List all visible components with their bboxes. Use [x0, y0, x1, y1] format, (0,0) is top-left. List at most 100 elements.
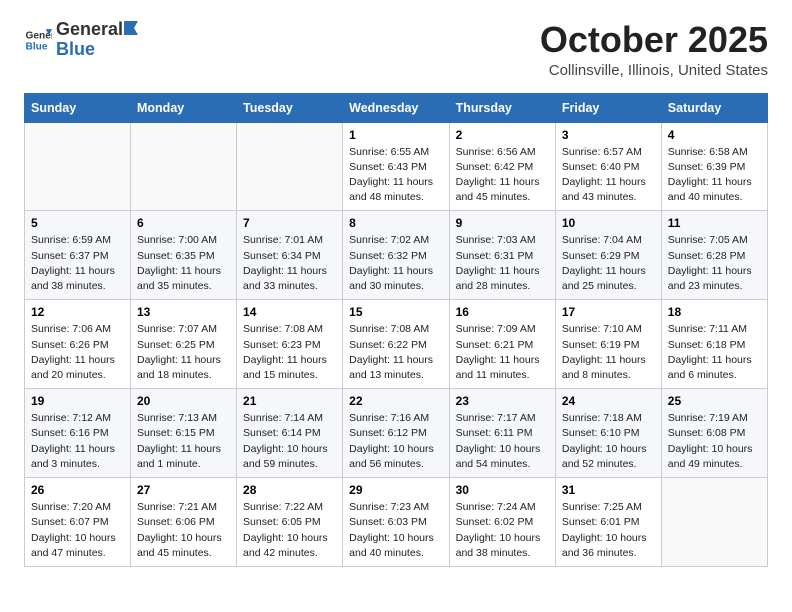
day-number: 29: [349, 483, 442, 497]
day-info: Sunrise: 7:23 AM Sunset: 6:03 PM Dayligh…: [349, 500, 442, 561]
header-thursday: Thursday: [449, 93, 555, 122]
logo-blue-text: Blue: [56, 40, 141, 60]
day-info: Sunrise: 6:59 AM Sunset: 6:37 PM Dayligh…: [31, 233, 124, 294]
day-info: Sunrise: 7:21 AM Sunset: 6:06 PM Dayligh…: [137, 500, 230, 561]
day-info: Sunrise: 7:11 AM Sunset: 6:18 PM Dayligh…: [668, 322, 761, 383]
calendar-cell: 20Sunrise: 7:13 AM Sunset: 6:15 PM Dayli…: [131, 389, 237, 478]
day-number: 10: [562, 216, 655, 230]
header-monday: Monday: [131, 93, 237, 122]
calendar-header-row: SundayMondayTuesdayWednesdayThursdayFrid…: [25, 93, 768, 122]
calendar-cell: 31 Sunrise: 7:25 AM Sunset: 6:01 PM Dayli…: [555, 478, 661, 567]
day-number: 16: [456, 305, 549, 319]
day-info: Sunrise: 7:14 AM Sunset: 6:14 PM Dayligh…: [243, 411, 336, 472]
day-info: Sunrise: 6:55 AM Sunset: 6:43 PM Dayligh…: [349, 145, 442, 206]
calendar-cell: 4 Sunrise: 6:58 AM Sunset: 6:39 PM Daylig…: [661, 122, 767, 211]
svg-text:Blue: Blue: [26, 41, 48, 52]
day-info: Sunrise: 7:25 AM Sunset: 6:01 PM Dayligh…: [562, 500, 655, 561]
day-number: 13: [137, 305, 230, 319]
day-number: 24: [562, 394, 655, 408]
day-number: 30: [456, 483, 549, 497]
location-subtitle: Collinsville, Illinois, United States: [540, 62, 768, 79]
day-info: Sunrise: 7:16 AM Sunset: 6:12 PM Dayligh…: [349, 411, 442, 472]
calendar-cell: 15Sunrise: 7:08 AM Sunset: 6:22 PM Dayli…: [343, 300, 449, 389]
day-number: 20: [137, 394, 230, 408]
calendar-cell: 10 Sunrise: 7:04 AM Sunset: 6:29 PM Dayli…: [555, 211, 661, 300]
day-info: Sunrise: 7:24 AM Sunset: 6:02 PM Dayligh…: [456, 500, 549, 561]
day-number: 2: [456, 128, 549, 142]
calendar-cell: 22 Sunrise: 7:16 AM Sunset: 6:12 PM Dayli…: [343, 389, 449, 478]
day-number: 9: [456, 216, 549, 230]
day-number: 5: [31, 216, 124, 230]
calendar-week-row: 5 Sunrise: 6:59 AM Sunset: 6:37 PM Daylig…: [25, 211, 768, 300]
calendar-cell: [661, 478, 767, 567]
day-number: 31: [562, 483, 655, 497]
calendar-cell: 23 Sunrise: 7:17 AM Sunset: 6:11 PM Dayli…: [449, 389, 555, 478]
calendar-cell: 28Sunrise: 7:22 AM Sunset: 6:05 PM Dayli…: [237, 478, 343, 567]
day-info: Sunrise: 6:58 AM Sunset: 6:39 PM Dayligh…: [668, 145, 761, 206]
day-info: Sunrise: 7:12 AM Sunset: 6:16 PM Dayligh…: [31, 411, 124, 472]
day-number: 18: [668, 305, 761, 319]
day-number: 11: [668, 216, 761, 230]
day-number: 1: [349, 128, 442, 142]
calendar-cell: 25Sunrise: 7:19 AM Sunset: 6:08 PM Dayli…: [661, 389, 767, 478]
day-number: 22: [349, 394, 442, 408]
day-info: Sunrise: 7:20 AM Sunset: 6:07 PM Dayligh…: [31, 500, 124, 561]
header-friday: Friday: [555, 93, 661, 122]
day-info: Sunrise: 7:08 AM Sunset: 6:23 PM Dayligh…: [243, 322, 336, 383]
calendar-cell: [131, 122, 237, 211]
calendar-cell: 9 Sunrise: 7:03 AM Sunset: 6:31 PM Daylig…: [449, 211, 555, 300]
calendar-cell: 27 Sunrise: 7:21 AM Sunset: 6:06 PM Dayli…: [131, 478, 237, 567]
calendar-week-row: 12 Sunrise: 7:06 AM Sunset: 6:26 PM Dayli…: [25, 300, 768, 389]
day-info: Sunrise: 7:04 AM Sunset: 6:29 PM Dayligh…: [562, 233, 655, 294]
day-number: 8: [349, 216, 442, 230]
day-info: Sunrise: 7:10 AM Sunset: 6:19 PM Dayligh…: [562, 322, 655, 383]
calendar-cell: 12 Sunrise: 7:06 AM Sunset: 6:26 PM Dayli…: [25, 300, 131, 389]
calendar-cell: 7Sunrise: 7:01 AM Sunset: 6:34 PM Daylig…: [237, 211, 343, 300]
calendar-cell: 24 Sunrise: 7:18 AM Sunset: 6:10 PM Dayli…: [555, 389, 661, 478]
calendar-week-row: 1 Sunrise: 6:55 AM Sunset: 6:43 PM Daylig…: [25, 122, 768, 211]
day-number: 3: [562, 128, 655, 142]
logo: General Blue General Blue: [24, 20, 141, 60]
calendar-cell: 1 Sunrise: 6:55 AM Sunset: 6:43 PM Daylig…: [343, 122, 449, 211]
day-number: 4: [668, 128, 761, 142]
day-number: 14: [243, 305, 336, 319]
day-info: Sunrise: 7:02 AM Sunset: 6:32 PM Dayligh…: [349, 233, 442, 294]
day-info: Sunrise: 7:05 AM Sunset: 6:28 PM Dayligh…: [668, 233, 761, 294]
calendar-cell: [25, 122, 131, 211]
day-info: Sunrise: 7:00 AM Sunset: 6:35 PM Dayligh…: [137, 233, 230, 294]
day-info: Sunrise: 7:22 AM Sunset: 6:05 PM Dayligh…: [243, 500, 336, 561]
calendar-cell: 30 Sunrise: 7:24 AM Sunset: 6:02 PM Dayli…: [449, 478, 555, 567]
calendar-cell: 11 Sunrise: 7:05 AM Sunset: 6:28 PM Dayli…: [661, 211, 767, 300]
calendar-cell: 16Sunrise: 7:09 AM Sunset: 6:21 PM Dayli…: [449, 300, 555, 389]
day-info: Sunrise: 6:57 AM Sunset: 6:40 PM Dayligh…: [562, 145, 655, 206]
day-number: 12: [31, 305, 124, 319]
day-info: Sunrise: 6:56 AM Sunset: 6:42 PM Dayligh…: [456, 145, 549, 206]
day-number: 17: [562, 305, 655, 319]
header-sunday: Sunday: [25, 93, 131, 122]
calendar-cell: 3 Sunrise: 6:57 AM Sunset: 6:40 PM Daylig…: [555, 122, 661, 211]
calendar-cell: 19 Sunrise: 7:12 AM Sunset: 6:16 PM Dayli…: [25, 389, 131, 478]
day-number: 26: [31, 483, 124, 497]
day-number: 23: [456, 394, 549, 408]
day-info: Sunrise: 7:03 AM Sunset: 6:31 PM Dayligh…: [456, 233, 549, 294]
calendar-cell: 2 Sunrise: 6:56 AM Sunset: 6:42 PM Daylig…: [449, 122, 555, 211]
day-info: Sunrise: 7:01 AM Sunset: 6:34 PM Dayligh…: [243, 233, 336, 294]
day-info: Sunrise: 7:17 AM Sunset: 6:11 PM Dayligh…: [456, 411, 549, 472]
calendar-table: SundayMondayTuesdayWednesdayThursdayFrid…: [24, 93, 768, 567]
header-wednesday: Wednesday: [343, 93, 449, 122]
day-number: 19: [31, 394, 124, 408]
calendar-cell: [237, 122, 343, 211]
logo-general-text: General: [56, 20, 123, 40]
day-number: 15: [349, 305, 442, 319]
day-info: Sunrise: 7:18 AM Sunset: 6:10 PM Dayligh…: [562, 411, 655, 472]
day-number: 27: [137, 483, 230, 497]
calendar-cell: 29 Sunrise: 7:23 AM Sunset: 6:03 PM Dayli…: [343, 478, 449, 567]
header-tuesday: Tuesday: [237, 93, 343, 122]
day-info: Sunrise: 7:07 AM Sunset: 6:25 PM Dayligh…: [137, 322, 230, 383]
calendar-cell: 18 Sunrise: 7:11 AM Sunset: 6:18 PM Dayli…: [661, 300, 767, 389]
logo-flag-icon: [124, 21, 140, 35]
calendar-week-row: 26 Sunrise: 7:20 AM Sunset: 6:07 PM Dayli…: [25, 478, 768, 567]
day-number: 21: [243, 394, 336, 408]
header-saturday: Saturday: [661, 93, 767, 122]
day-info: Sunrise: 7:06 AM Sunset: 6:26 PM Dayligh…: [31, 322, 124, 383]
